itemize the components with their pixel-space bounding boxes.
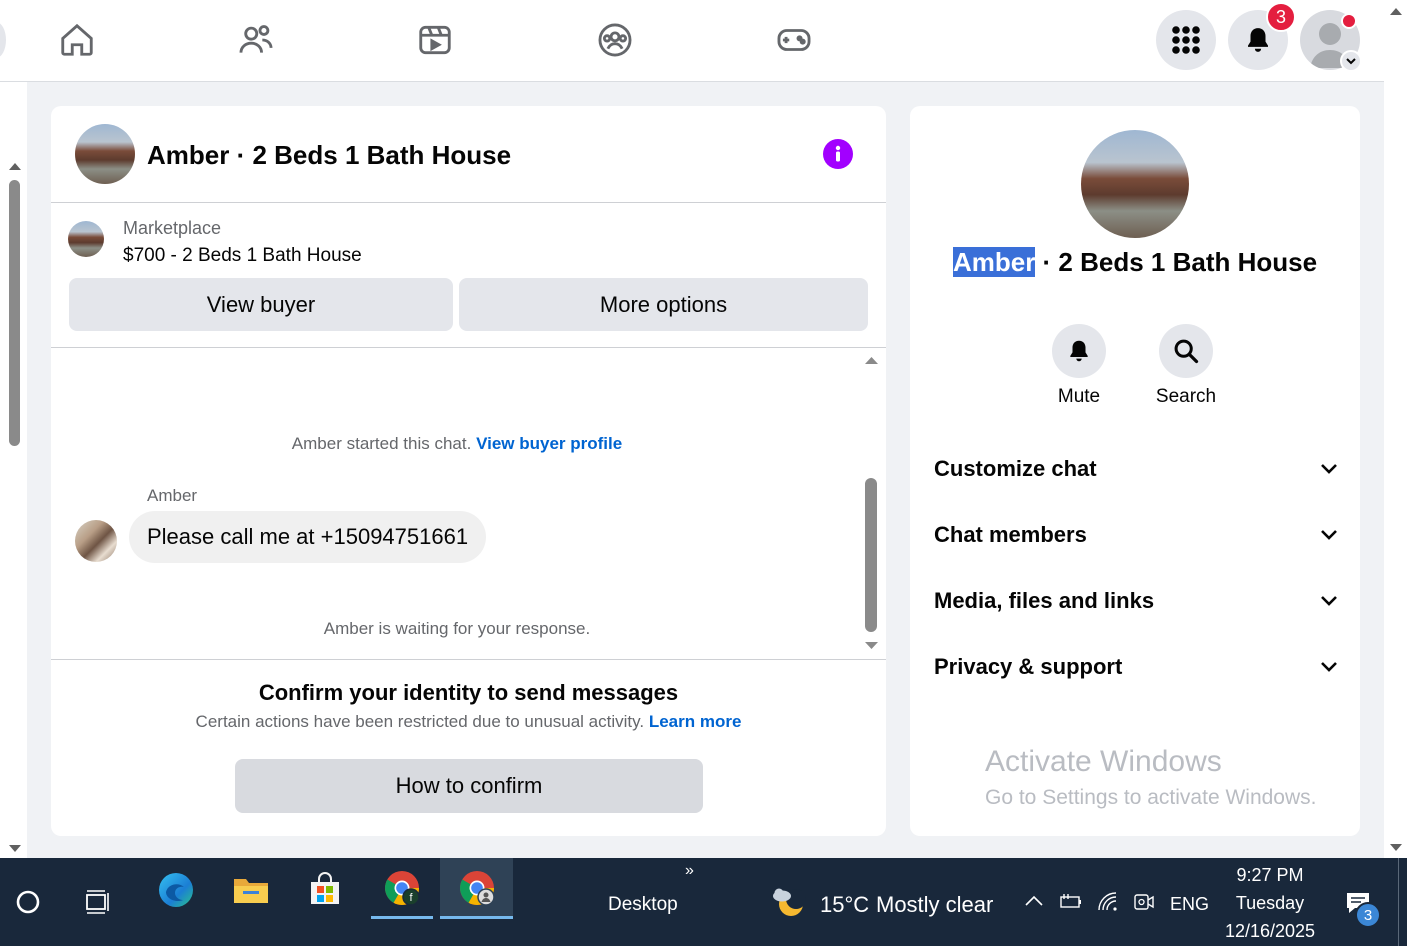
activate-windows-title: Activate Windows — [985, 745, 1222, 778]
friends-icon[interactable] — [234, 18, 278, 62]
menu-grid-button[interactable] — [1156, 10, 1216, 70]
meet-now-icon[interactable] — [1132, 890, 1156, 914]
scroll-up-arrow-icon[interactable] — [8, 162, 22, 171]
windows-taskbar: f » Desktop 15°C Mostly clear ENG 9:27 P… — [0, 858, 1407, 946]
activate-windows-subtitle: Go to Settings to activate Windows. — [985, 786, 1317, 809]
chat-panel: Amber · 2 Beds 1 Bath House Marketplace … — [51, 106, 886, 836]
chevron-down-icon — [1321, 464, 1337, 474]
listing-source: Marketplace — [123, 218, 222, 238]
desktop-toolbar-label[interactable]: Desktop — [608, 894, 678, 916]
scrollbar-thumb[interactable] — [865, 478, 877, 632]
cortana-circle-icon — [16, 890, 40, 914]
top-navigation-bar: 3 — [0, 0, 1384, 82]
chat-title[interactable]: Amber · 2 Beds 1 Bath House — [147, 140, 511, 171]
clock-date[interactable]: 12/16/2025 — [1210, 921, 1330, 942]
microsoft-store-icon[interactable] — [301, 866, 349, 914]
chevron-double-right-icon[interactable]: » — [685, 862, 694, 880]
confirm-identity-description: Certain actions have been restricted due… — [51, 712, 886, 732]
search-label: Search — [1155, 386, 1217, 407]
chat-started-text: Amber started this chat. — [291, 434, 472, 453]
moon-cloud-weather-icon[interactable] — [768, 882, 808, 922]
show-desktop-button[interactable] — [1398, 858, 1399, 946]
scroll-down-arrow-icon[interactable] — [8, 844, 22, 853]
scroll-down-arrow-icon[interactable] — [1389, 843, 1403, 853]
task-view-button[interactable] — [78, 882, 118, 922]
clock-time[interactable]: 9:27 PM — [1210, 865, 1330, 886]
divider — [51, 202, 886, 203]
section-label: Customize chat — [934, 456, 1097, 481]
divider — [51, 659, 886, 660]
scroll-down-arrow-icon[interactable] — [864, 641, 879, 651]
notification-badge: 3 — [1266, 2, 1296, 32]
divider — [51, 347, 886, 348]
file-explorer-icon[interactable] — [227, 866, 275, 914]
gaming-icon[interactable] — [772, 18, 816, 62]
chat-members-section[interactable]: Chat members — [934, 515, 1339, 555]
info-title: Amber · 2 Beds 1 Bath House — [910, 247, 1360, 278]
listing-title[interactable]: $700 - 2 Beds 1 Bath House — [123, 245, 362, 267]
clock-day[interactable]: Tuesday — [1210, 893, 1330, 914]
customize-chat-section[interactable]: Customize chat — [934, 449, 1339, 489]
section-label: Media, files and links — [934, 588, 1155, 613]
chat-avatar[interactable] — [75, 124, 135, 184]
scrollbar-thumb[interactable] — [9, 180, 20, 446]
message-bubble[interactable]: Please call me at +15094751661 — [129, 511, 487, 563]
scroll-up-arrow-icon[interactable] — [864, 355, 879, 365]
video-icon[interactable] — [413, 18, 457, 62]
chrome-facebook-profile-icon[interactable]: f — [371, 858, 433, 918]
wifi-icon[interactable] — [1096, 890, 1120, 914]
info-title-rest: · 2 Beds 1 Bath House — [1035, 247, 1318, 277]
notification-count-badge: 3 — [1355, 902, 1381, 928]
partial-left-button — [0, 22, 6, 58]
sender-avatar[interactable] — [75, 520, 117, 562]
learn-more-link[interactable]: Learn more — [649, 712, 742, 731]
restriction-text: Certain actions have been restricted due… — [195, 712, 645, 731]
start-button[interactable] — [8, 882, 48, 922]
info-icon[interactable] — [823, 139, 853, 169]
view-buyer-button[interactable]: View buyer — [69, 278, 453, 331]
scroll-up-arrow-icon[interactable] — [1389, 6, 1403, 16]
privacy-support-section[interactable]: Privacy & support — [934, 647, 1339, 687]
section-label: Privacy & support — [934, 654, 1123, 679]
listing-thumbnail[interactable] — [68, 221, 104, 257]
waiting-notice: Amber is waiting for your response. — [323, 619, 591, 638]
chevron-down-icon[interactable] — [1340, 50, 1362, 72]
sender-name: Amber — [147, 486, 198, 505]
chevron-down-icon — [1321, 662, 1337, 672]
chevron-down-icon — [1321, 596, 1337, 606]
weather-temperature[interactable]: 15°C — [820, 892, 869, 918]
how-to-confirm-button[interactable]: How to confirm — [235, 759, 703, 813]
page-scrollbar[interactable] — [1384, 0, 1407, 858]
chevron-down-icon — [1321, 530, 1337, 540]
bell-icon — [1070, 340, 1088, 362]
left-panel-scrollbar[interactable] — [0, 82, 27, 858]
search-icon — [1174, 339, 1199, 364]
active-app-indicator — [440, 916, 513, 919]
weather-description[interactable]: Mostly clear — [876, 892, 993, 918]
online-dot — [1341, 13, 1357, 29]
chat-started-notice: Amber started this chat. View buyer prof… — [51, 434, 863, 454]
groups-icon[interactable] — [593, 18, 637, 62]
view-buyer-profile-link[interactable]: View buyer profile — [476, 434, 622, 453]
home-icon[interactable] — [55, 18, 99, 62]
battery-icon[interactable] — [1058, 891, 1084, 913]
language-indicator[interactable]: ENG — [1170, 894, 1209, 915]
info-avatar[interactable] — [1081, 130, 1189, 238]
edge-browser-icon[interactable] — [152, 866, 200, 914]
bell-icon — [1248, 28, 1268, 52]
media-files-links-section[interactable]: Media, files and links — [934, 581, 1339, 621]
mute-label: Mute — [1057, 386, 1101, 407]
mute-button[interactable] — [1052, 324, 1106, 378]
chevron-up-icon[interactable] — [1024, 894, 1044, 908]
active-app-indicator — [371, 916, 433, 919]
task-view-icon — [86, 890, 109, 914]
section-label: Chat members — [934, 522, 1087, 547]
more-options-button[interactable]: More options — [459, 278, 868, 331]
grid-icon — [1172, 26, 1200, 54]
search-button[interactable] — [1159, 324, 1213, 378]
chrome-active-window-icon[interactable] — [440, 858, 513, 918]
selected-name-text: Amber — [952, 247, 1036, 277]
confirm-identity-title: Confirm your identity to send messages — [258, 680, 679, 705]
